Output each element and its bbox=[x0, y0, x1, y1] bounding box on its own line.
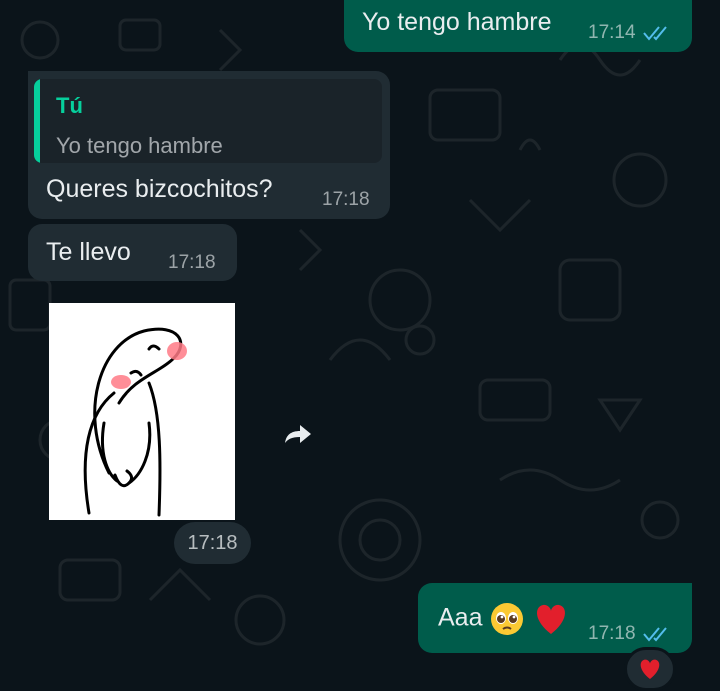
message-text: Aaa bbox=[438, 601, 570, 637]
forward-button[interactable] bbox=[278, 414, 318, 454]
red-heart-emoji-icon bbox=[640, 659, 660, 679]
message-bubble-incoming[interactable]: Tú Yo tengo hambre Queres bizcochitos? 1… bbox=[28, 71, 390, 219]
red-heart-emoji-icon bbox=[537, 604, 566, 634]
message-time: 17:18 bbox=[322, 189, 370, 210]
forward-arrow-icon bbox=[285, 425, 311, 443]
sticker-message[interactable] bbox=[49, 303, 235, 520]
quote-author: Tú bbox=[56, 93, 83, 118]
shy-character-sticker-icon bbox=[83, 327, 187, 517]
message-time: 17:18 bbox=[168, 252, 216, 273]
read-receipt-icon bbox=[642, 627, 667, 642]
message-bubble-outgoing[interactable]: Yo tengo hambre 17:14 bbox=[344, 0, 692, 52]
pleading-face-emoji-icon bbox=[491, 603, 524, 635]
message-text: Yo tengo hambre bbox=[362, 8, 552, 36]
message-text-content: Aaa bbox=[438, 603, 483, 632]
message-bubble-incoming[interactable]: Te llevo 17:18 bbox=[28, 224, 237, 281]
quoted-reply[interactable]: Tú Yo tengo hambre bbox=[34, 79, 382, 163]
sticker-time: 17:18 bbox=[174, 522, 251, 564]
message-text: Queres bizcochitos? bbox=[46, 175, 273, 203]
message-reaction[interactable] bbox=[624, 647, 676, 691]
message-time: 17:18 bbox=[588, 623, 636, 644]
message-time: 17:14 bbox=[588, 22, 636, 43]
message-text: Te llevo bbox=[46, 238, 131, 266]
quote-accent-bar bbox=[34, 79, 40, 163]
read-receipt-icon bbox=[642, 26, 667, 41]
message-meta: 17:18 bbox=[588, 623, 672, 645]
message-bubble-outgoing[interactable]: Aaa 17:18 bbox=[418, 583, 692, 653]
quote-text: Yo tengo hambre bbox=[56, 133, 223, 158]
message-meta: 17:14 bbox=[588, 22, 672, 44]
